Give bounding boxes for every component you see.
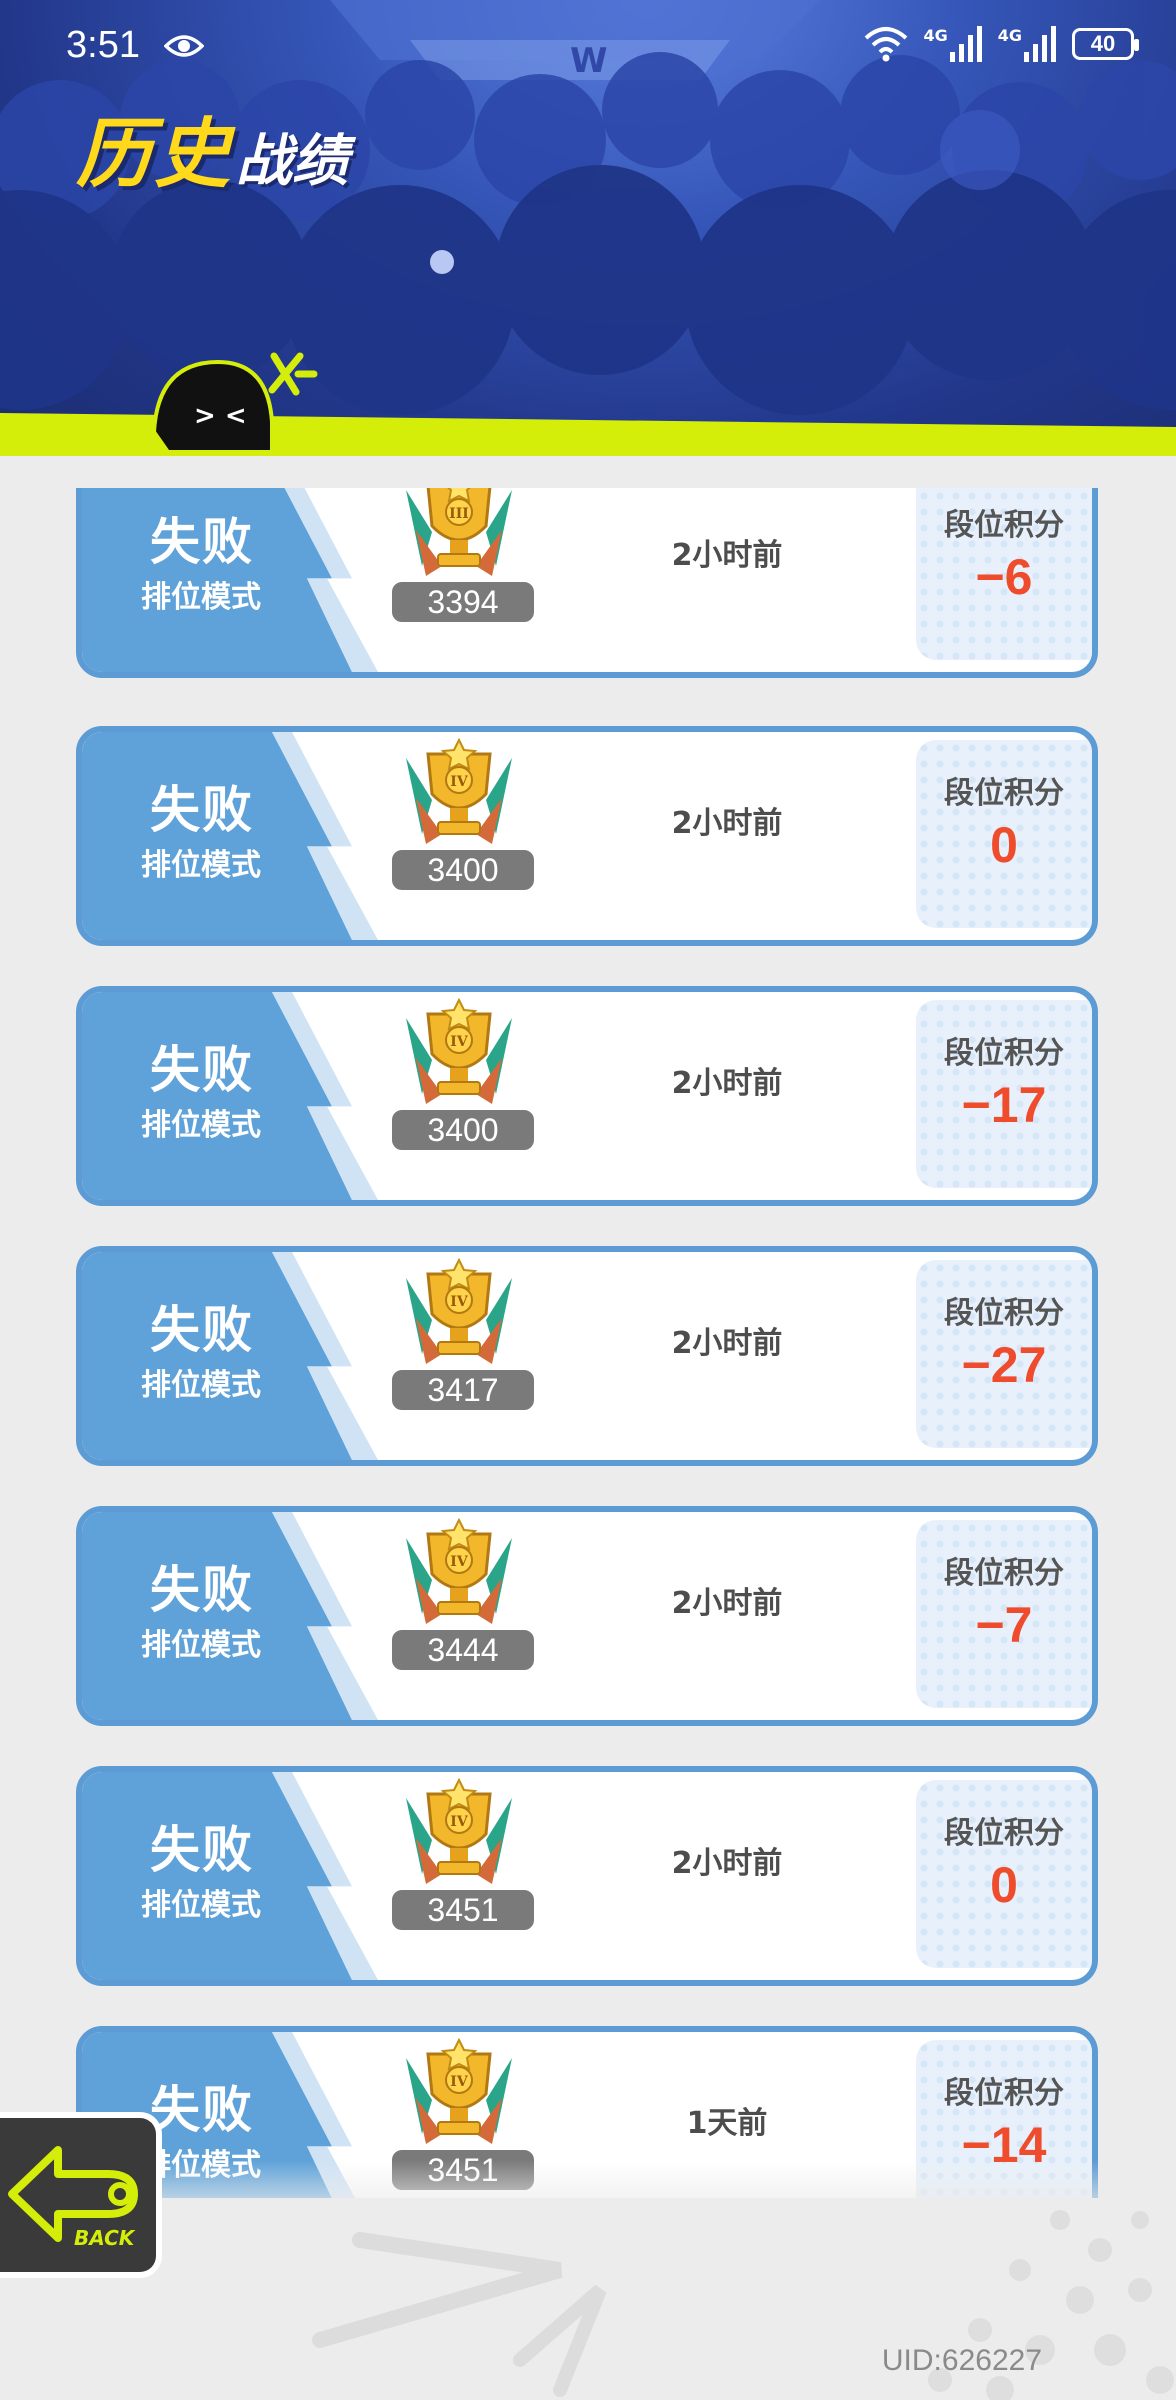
status-time: 3:51 [66,24,140,66]
signal-group-1: 4G [923,26,983,62]
score-label: 段位积分 [944,508,1064,543]
score-label: 段位积分 [944,1556,1064,1591]
score-change: −7 [975,1597,1033,1653]
signal-icon [1024,26,1056,62]
tier-label: IV [450,1294,469,1310]
mode-label: 排位模式 [141,580,261,615]
network-type-label: 4G [997,26,1022,45]
score-label: 段位积分 [944,1036,1064,1071]
network-type-label: 4G [923,26,948,45]
score-change: −17 [961,1077,1047,1133]
wifi-icon [865,27,908,62]
record-card[interactable]: 失败 排位模式 IV 3400 2小时前 段位积分 0 [76,726,1098,946]
rank-points-badge: 3394 [390,580,536,624]
record-card[interactable]: 失败 排位模式 IV 3444 2小时前 段位积分 −7 [76,1506,1098,1726]
tier-label: III [449,506,469,522]
score-label: 段位积分 [944,1816,1064,1851]
mode-label: 排位模式 [141,1108,261,1143]
rank-points-badge: 3417 [390,1368,536,1412]
trophy-icon: IV [406,1518,512,1624]
trophy-icon: IV [406,1778,512,1884]
battery-level: 40 [1090,31,1116,56]
time-label: 2小时前 [671,1066,783,1101]
mode-label: 排位模式 [141,848,261,883]
user-id-label: UID:626227 [881,2344,1042,2377]
tier-label: IV [450,1554,469,1570]
trophy-icon: IV [406,998,512,1104]
back-label: BACK [74,2226,135,2250]
rank-points-badge: 3400 [390,848,536,892]
tier-label: IV [450,774,469,790]
time-label: 2小时前 [671,806,783,841]
record-card[interactable]: 失败 排位模式 IV 3417 2小时前 段位积分 −27 [76,1246,1098,1466]
tier-label: IV [450,1814,469,1830]
trophy-icon: IV [406,2038,512,2144]
tier-label: IV [450,1034,469,1050]
record-card[interactable]: 失败 排位模式 IV 3451 2小时前 段位积分 0 [76,1766,1098,1986]
mode-label: 排位模式 [141,1888,261,1923]
status-icons: 4G 4G 40 [863,26,1139,62]
battery-icon: 40 [1072,28,1139,60]
result-label: 失败 [150,1301,254,1359]
rank-points-badge: 3451 [390,1888,536,1932]
result-label: 失败 [150,1821,254,1879]
page-title-main: 历史 [76,109,232,198]
signal-group-2: 4G [998,26,1058,62]
header-banner: W 3:51 4G 4G 40 历史 战绩 > < [0,0,1176,456]
rank-points-badge: 3400 [390,1108,536,1152]
eye-icon [164,35,204,57]
page-title: 历史 战绩 [76,92,348,202]
result-label: 失败 [150,781,254,839]
time-label: 2小时前 [671,1326,783,1361]
score-label: 段位积分 [944,1296,1064,1331]
time-label: 2小时前 [671,1586,783,1621]
record-card[interactable]: 失败 排位模式 IV 3400 2小时前 段位积分 −17 [76,986,1098,1206]
signal-icon [949,26,982,62]
score-label: 段位积分 [944,2076,1064,2111]
back-button[interactable]: BACK [0,2112,162,2278]
score-label: 段位积分 [944,776,1064,811]
time-label: 2小时前 [671,538,783,573]
svg-text:> <: > < [194,401,247,431]
score-change: −6 [975,549,1033,605]
tier-label: IV [450,2074,469,2090]
score-change: −27 [961,1337,1047,1393]
score-change: 0 [990,1857,1018,1913]
score-change: 0 [990,817,1018,873]
result-label: 失败 [150,1561,254,1619]
trophy-icon: IV [406,1258,512,1364]
page-title-sub: 战绩 [236,129,348,194]
record-list[interactable]: 失败 排位模式 III 3394 2小时前 段位积分 −6 失败 排位模式 IV… [0,488,1176,2198]
time-label: 1天前 [686,2106,768,2141]
time-label: 2小时前 [671,1846,783,1881]
trophy-icon: III [406,488,512,576]
mode-label: 排位模式 [141,1628,261,1663]
result-label: 失败 [150,1041,254,1099]
result-label: 失败 [150,513,254,571]
record-card[interactable]: 失败 排位模式 III 3394 2小时前 段位积分 −6 [76,488,1098,678]
mode-label: 排位模式 [141,1368,261,1403]
mascot-icon: > < [151,352,318,454]
status-bar: 3:51 4G 4G 40 [0,0,1176,96]
trophy-icon: IV [406,738,512,844]
rank-points-badge: 3444 [390,1628,536,1672]
